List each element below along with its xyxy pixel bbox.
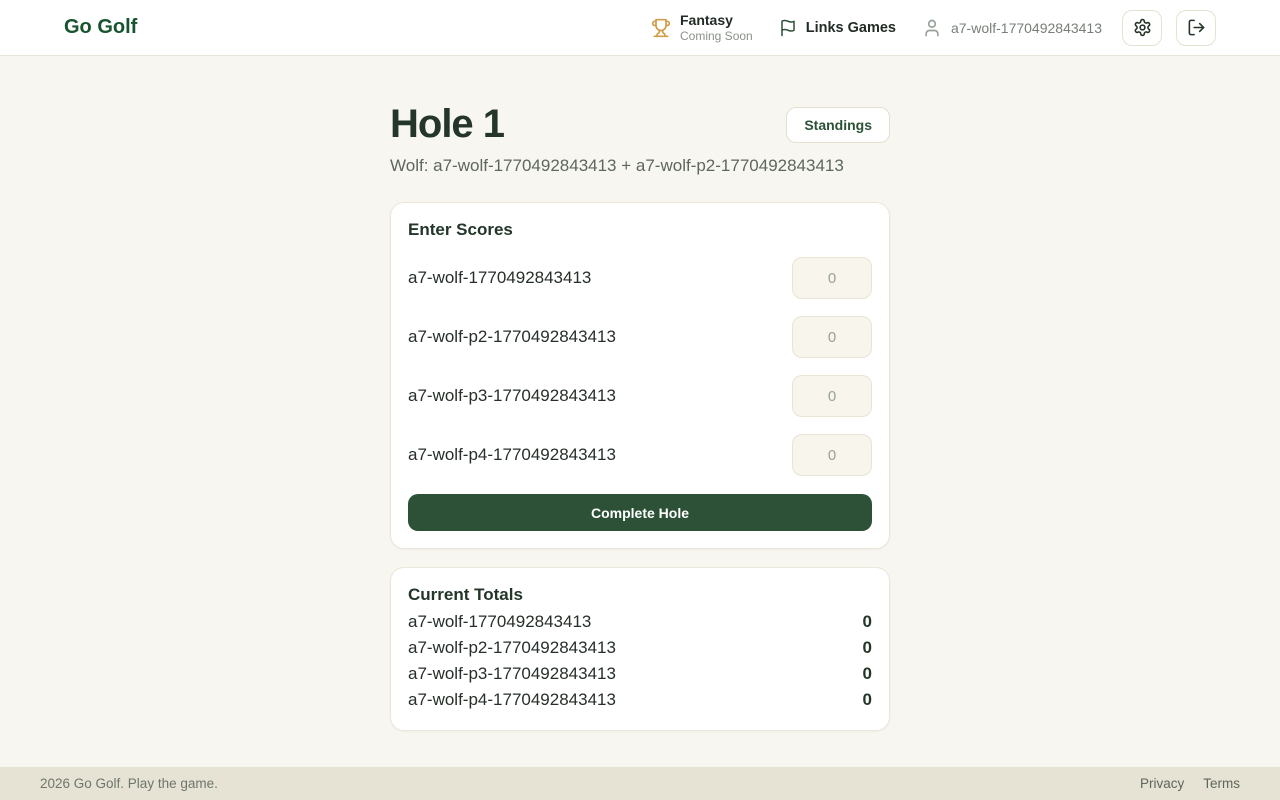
totals-player-name: a7-wolf-1770492843413 [408, 609, 591, 635]
header-nav: Fantasy Coming Soon Links Games a7-wolf-… [651, 10, 1216, 46]
score-input-player-2[interactable] [792, 316, 872, 358]
fantasy-label: Fantasy [680, 12, 753, 29]
header-actions [1122, 10, 1216, 46]
flag-icon [779, 19, 797, 37]
app-logo[interactable]: Go Golf [64, 16, 137, 39]
score-input-player-3[interactable] [792, 375, 872, 417]
player-name: a7-wolf-p3-1770492843413 [408, 386, 616, 406]
terms-link[interactable]: Terms [1203, 776, 1240, 791]
totals-player-value: 0 [863, 635, 872, 661]
gear-icon [1133, 18, 1152, 37]
totals-row: a7-wolf-p2-1770492843413 0 [408, 635, 872, 661]
wolf-subtitle: Wolf: a7-wolf-1770492843413 + a7-wolf-p2… [390, 156, 890, 176]
score-row: a7-wolf-1770492843413 [408, 257, 872, 299]
user-account: a7-wolf-1770492843413 [922, 18, 1102, 38]
enter-scores-card: Enter Scores a7-wolf-1770492843413 a7-wo… [390, 202, 890, 549]
nav-item-links-games[interactable]: Links Games [779, 19, 896, 37]
settings-button[interactable] [1122, 10, 1162, 46]
current-totals-card: Current Totals a7-wolf-1770492843413 0 a… [390, 567, 890, 731]
page-title: Hole 1 [390, 102, 504, 147]
totals-player-name: a7-wolf-p4-1770492843413 [408, 687, 616, 713]
main-content: Hole 1 Standings Wolf: a7-wolf-177049284… [0, 56, 1280, 767]
totals-player-value: 0 [863, 609, 872, 635]
standings-button[interactable]: Standings [786, 107, 890, 143]
player-name: a7-wolf-p4-1770492843413 [408, 445, 616, 465]
score-row: a7-wolf-p4-1770492843413 [408, 434, 872, 476]
logout-icon [1187, 18, 1206, 37]
title-row: Hole 1 Standings [390, 102, 890, 147]
score-input-player-1[interactable] [792, 257, 872, 299]
totals-player-name: a7-wolf-p2-1770492843413 [408, 635, 616, 661]
score-row: a7-wolf-p2-1770492843413 [408, 316, 872, 358]
totals-row: a7-wolf-p4-1770492843413 0 [408, 687, 872, 713]
copyright-text: 2026 Go Golf. Play the game. [40, 776, 218, 791]
fantasy-sublabel: Coming Soon [680, 29, 753, 43]
totals-list: a7-wolf-1770492843413 0 a7-wolf-p2-17704… [408, 609, 872, 713]
nav-item-fantasy[interactable]: Fantasy Coming Soon [651, 12, 753, 43]
logout-button[interactable] [1176, 10, 1216, 46]
totals-row: a7-wolf-1770492843413 0 [408, 609, 872, 635]
enter-scores-heading: Enter Scores [408, 220, 872, 240]
totals-row: a7-wolf-p3-1770492843413 0 [408, 661, 872, 687]
user-icon [922, 18, 942, 38]
totals-player-value: 0 [863, 687, 872, 713]
complete-hole-button[interactable]: Complete Hole [408, 494, 872, 531]
links-games-label: Links Games [806, 20, 896, 36]
trophy-icon [651, 18, 671, 38]
footer-links: Privacy Terms [1140, 776, 1240, 791]
score-input-player-4[interactable] [792, 434, 872, 476]
app-header: Go Golf Fantasy Coming Soon Links Games … [0, 0, 1280, 56]
content-container: Hole 1 Standings Wolf: a7-wolf-177049284… [390, 56, 890, 731]
current-totals-heading: Current Totals [408, 585, 872, 605]
player-name: a7-wolf-p2-1770492843413 [408, 327, 616, 347]
fantasy-text: Fantasy Coming Soon [680, 12, 753, 43]
page-footer: 2026 Go Golf. Play the game. Privacy Ter… [0, 767, 1280, 800]
totals-player-value: 0 [863, 661, 872, 687]
username-label: a7-wolf-1770492843413 [951, 20, 1102, 36]
player-name: a7-wolf-1770492843413 [408, 268, 591, 288]
totals-player-name: a7-wolf-p3-1770492843413 [408, 661, 616, 687]
privacy-link[interactable]: Privacy [1140, 776, 1184, 791]
score-row: a7-wolf-p3-1770492843413 [408, 375, 872, 417]
